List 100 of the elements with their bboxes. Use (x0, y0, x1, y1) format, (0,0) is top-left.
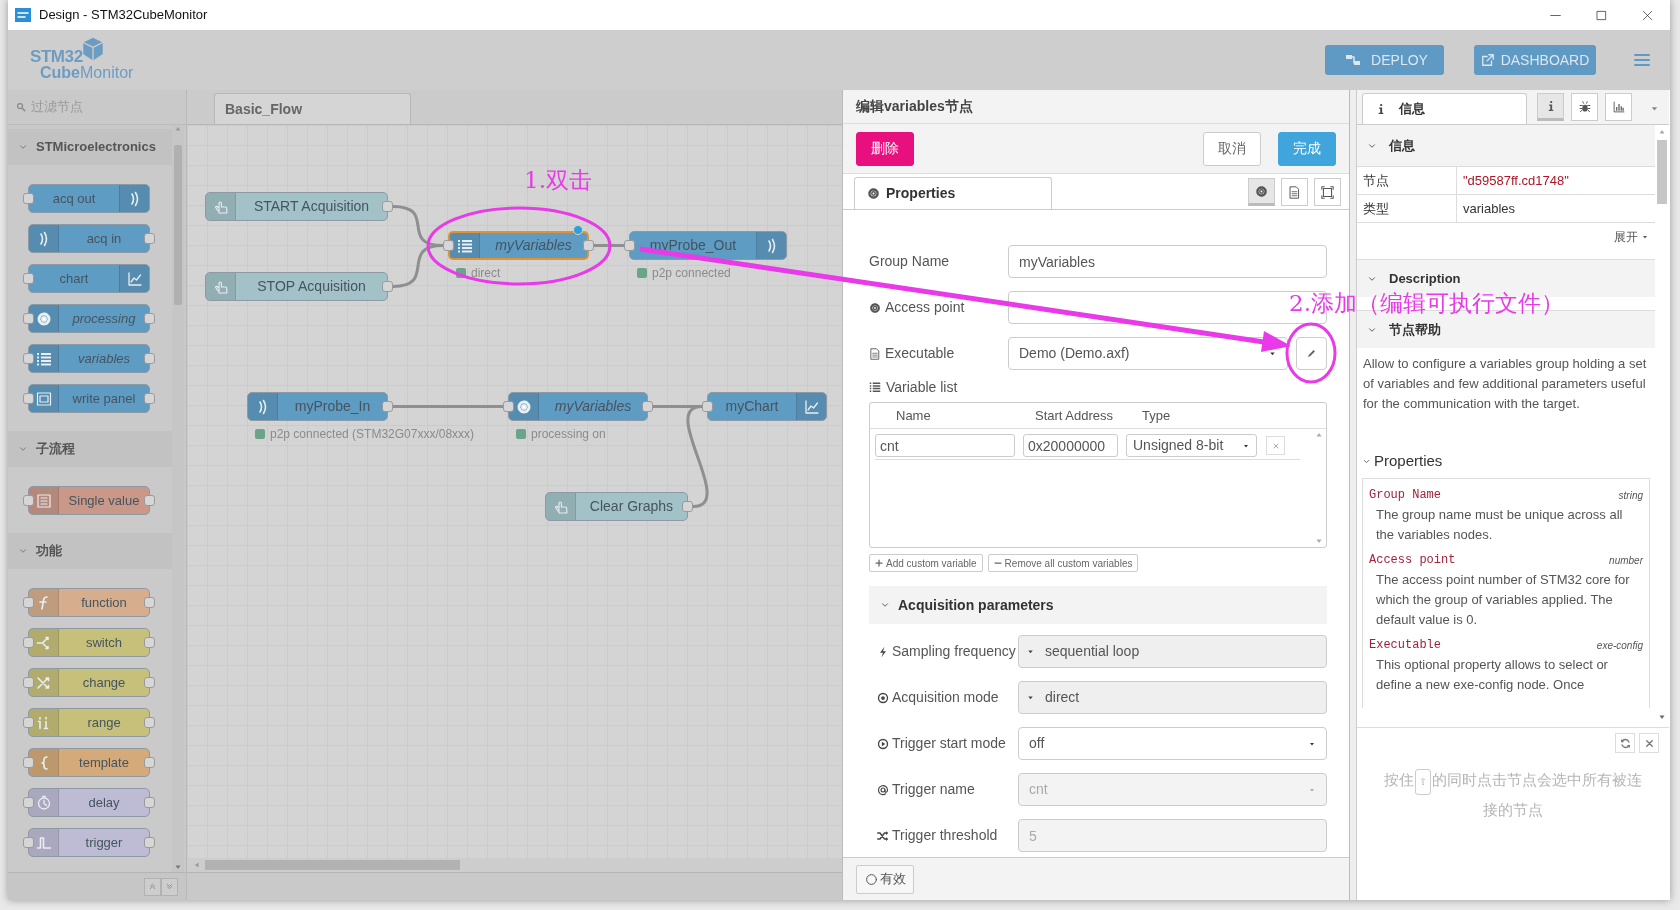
properties-tab[interactable]: Properties (854, 177, 1052, 209)
palette-node[interactable]: function (28, 588, 150, 617)
view-tab[interactable] (1314, 178, 1341, 206)
node-port[interactable] (144, 797, 155, 808)
palette-node[interactable]: Single value (28, 486, 150, 515)
node-port[interactable] (23, 495, 34, 506)
flow-node[interactable]: myVariables (448, 231, 589, 260)
palette-node[interactable]: delay (28, 788, 150, 817)
name-field[interactable]: cnt (875, 434, 1015, 457)
category-header[interactable]: 功能 (8, 533, 172, 569)
section-header[interactable]: Acquisition parameters (869, 586, 1327, 624)
node-port[interactable] (23, 273, 34, 284)
node-port[interactable] (23, 393, 34, 404)
view-tab[interactable] (1281, 178, 1308, 206)
flow-wire[interactable] (686, 405, 709, 508)
expand-link[interactable]: 展开 (1614, 228, 1649, 246)
done-button[interactable]: 完成 (1278, 131, 1336, 166)
flow-wire[interactable] (393, 405, 503, 408)
expand-all-button[interactable] (161, 877, 178, 896)
node-port[interactable] (144, 233, 155, 244)
flow-wire[interactable] (392, 244, 444, 288)
scroll-up-icon[interactable] (1658, 128, 1666, 136)
node-port[interactable] (23, 637, 34, 648)
address-field[interactable]: 0x20000000 (1023, 434, 1118, 457)
flow-wire[interactable] (594, 244, 624, 247)
palette-node[interactable]: change (28, 668, 150, 697)
node-port[interactable] (624, 240, 635, 251)
node-port[interactable] (144, 637, 155, 648)
section-header[interactable]: Properties (1357, 448, 1655, 474)
node-port[interactable] (583, 240, 594, 251)
sidebar-icon-tab[interactable] (1571, 93, 1598, 121)
node-port[interactable] (144, 677, 155, 688)
palette-node[interactable]: write panel (28, 384, 150, 413)
node-port[interactable] (23, 677, 34, 688)
typed-select[interactable]: sequential loop (1018, 635, 1327, 668)
node-port[interactable] (23, 837, 34, 848)
add-button[interactable]: Add custom variable (869, 554, 983, 572)
node-port[interactable] (23, 717, 34, 728)
section-header[interactable]: 信息 (1357, 125, 1655, 166)
node-port[interactable] (144, 597, 155, 608)
flow-node[interactable]: START Acquisition (205, 192, 388, 221)
node-port[interactable] (23, 797, 34, 808)
cancel-button[interactable]: 取消 (1203, 131, 1261, 166)
palette-node[interactable]: template (28, 748, 150, 777)
remove-button[interactable] (1266, 436, 1285, 455)
sidebar-tab[interactable]: 信息 (1362, 93, 1527, 124)
node-port[interactable] (144, 393, 155, 404)
scroll-down-icon[interactable] (1658, 713, 1666, 721)
flow-tab[interactable]: Basic_Flow (214, 93, 411, 124)
palette-node[interactable]: chart (28, 264, 150, 293)
palette-node[interactable]: range (28, 708, 150, 737)
palette-node[interactable]: processing (28, 304, 150, 333)
node-port[interactable] (144, 495, 155, 506)
collapse-all-button[interactable] (144, 877, 161, 896)
delete-button[interactable]: 删除 (856, 131, 914, 166)
node-port[interactable] (23, 353, 34, 364)
close-button[interactable] (1639, 733, 1659, 753)
dropdown-select[interactable]: off (1018, 727, 1327, 760)
typed-select[interactable]: direct (1018, 681, 1327, 714)
node-port[interactable] (642, 401, 653, 412)
refresh-button[interactable] (1615, 733, 1635, 753)
remove-all-button[interactable]: Remove all custom variables (987, 554, 1139, 572)
dashboard-button[interactable]: DASHBOARD (1474, 45, 1596, 75)
scrollbar-thumb[interactable] (205, 860, 460, 870)
category-header[interactable]: STMicroelectronics (8, 129, 172, 165)
text-field[interactable]: myVariables (1008, 245, 1327, 278)
flow-node[interactable]: myChart (707, 392, 827, 421)
palette-node[interactable]: acq out (28, 184, 150, 213)
sidebar-icon-tab[interactable] (1537, 93, 1564, 121)
edit-button[interactable] (1296, 337, 1327, 370)
node-port[interactable] (382, 201, 393, 212)
scroll-up-icon[interactable] (1315, 431, 1323, 439)
scroll-down-icon[interactable] (1315, 537, 1323, 545)
deploy-button[interactable]: DEPLOY (1325, 45, 1444, 75)
node-port[interactable] (682, 501, 693, 512)
palette-node[interactable]: trigger (28, 828, 150, 857)
flow-node[interactable]: Clear Graphs (545, 492, 688, 521)
node-port[interactable] (23, 193, 34, 204)
node-port[interactable] (23, 757, 34, 768)
palette-node[interactable]: acq in (28, 224, 150, 253)
flow-node[interactable]: myProbe_Out (629, 231, 787, 260)
flow-node[interactable]: myProbe_In (247, 392, 388, 421)
node-port[interactable] (503, 401, 514, 412)
scroll-left-icon[interactable] (193, 861, 201, 869)
category-header[interactable]: 子流程 (8, 431, 172, 467)
node-port[interactable] (443, 240, 454, 251)
node-port[interactable] (144, 313, 155, 324)
flow-node[interactable]: myVariables (508, 392, 648, 421)
enabled-toggle[interactable]: 有效 (856, 864, 914, 894)
node-port[interactable] (382, 401, 393, 412)
node-port[interactable] (144, 717, 155, 728)
scrollbar-thumb[interactable] (1657, 140, 1667, 204)
palette-node[interactable]: switch (28, 628, 150, 657)
node-port[interactable] (144, 353, 155, 364)
node-port[interactable] (144, 837, 155, 848)
node-port[interactable] (382, 281, 393, 292)
palette-node[interactable]: variables (28, 344, 150, 373)
node-port[interactable] (702, 401, 713, 412)
type-select[interactable]: Unsigned 8-bit (1126, 434, 1257, 457)
view-tab[interactable] (1248, 178, 1275, 206)
